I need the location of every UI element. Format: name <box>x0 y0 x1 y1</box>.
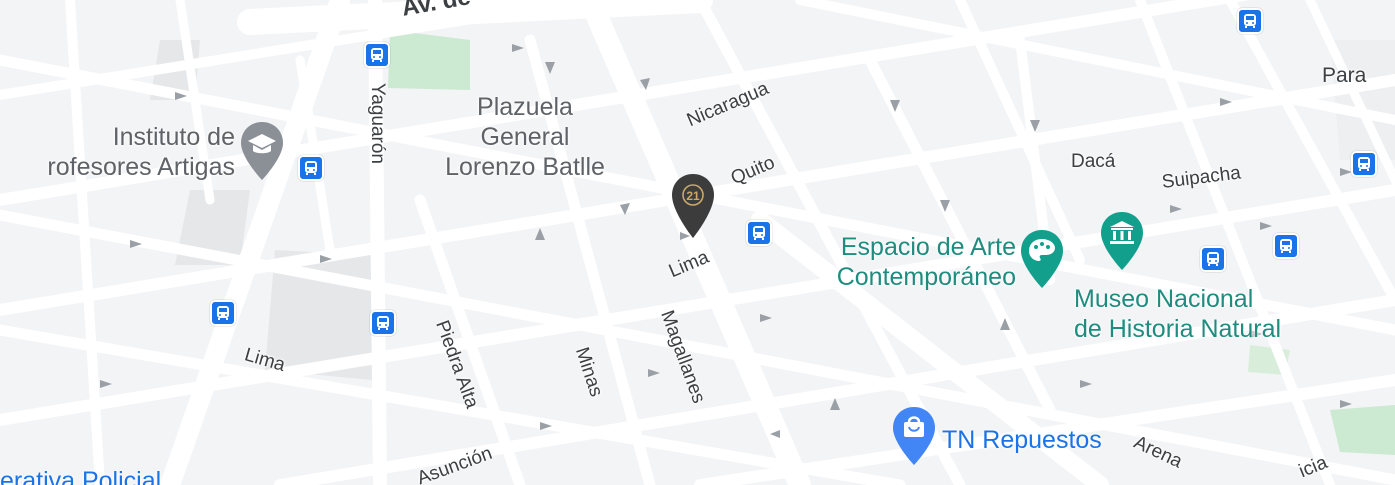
bus-stop-icon[interactable] <box>364 42 390 68</box>
poi-label-espacio-line2[interactable]: Contemporáneo <box>796 262 1016 292</box>
street-label-para: Para <box>1322 64 1367 87</box>
bus-stop-icon[interactable] <box>298 155 324 181</box>
bus-stop-icon[interactable] <box>1237 8 1263 34</box>
poi-label-tn-repuestos[interactable]: TN Repuestos <box>942 425 1102 455</box>
century21-label: 21 <box>686 189 700 203</box>
street-label-daca: Dacá <box>1071 151 1116 172</box>
bus-stop-icon[interactable] <box>1273 233 1299 259</box>
century21-pin-icon[interactable]: 21 <box>668 172 718 242</box>
palette-icon[interactable] <box>1018 228 1066 292</box>
shopping-bag-icon[interactable] <box>890 405 938 469</box>
street-label-yaguaron: Yaguarón <box>367 83 388 164</box>
poi-label-museo-line1[interactable]: Museo Nacional <box>1074 284 1253 314</box>
bus-stop-icon[interactable] <box>1200 246 1226 272</box>
poi-label-museo-line2[interactable]: de Historia Natural <box>1074 314 1281 344</box>
park-plazuela <box>388 30 470 90</box>
museum-icon[interactable] <box>1098 210 1146 274</box>
poi-label-instituto-line2[interactable]: rofesores Artigas <box>0 152 235 182</box>
poi-label-plazuela-line3[interactable]: Lorenzo Batlle <box>425 152 625 182</box>
poi-label-plazuela-line2[interactable]: General <box>425 122 625 152</box>
map-base <box>0 0 1395 485</box>
bus-stop-icon[interactable] <box>370 310 396 336</box>
map-canvas[interactable]: 21 Av. de Yaguarón Nicaragua Quito Lima … <box>0 0 1395 485</box>
bus-stop-icon[interactable] <box>1351 151 1377 177</box>
bus-stop-icon[interactable] <box>746 220 772 246</box>
poi-label-espacio-line1[interactable]: Espacio de Arte <box>806 232 1016 262</box>
poi-label-instituto-line1[interactable]: Instituto de <box>85 122 235 152</box>
poi-label-policial[interactable]: erativa Policial <box>0 466 161 485</box>
bus-stop-icon[interactable] <box>210 300 236 326</box>
poi-label-plazuela-line1[interactable]: Plazuela <box>425 92 625 122</box>
school-icon[interactable] <box>238 120 286 184</box>
